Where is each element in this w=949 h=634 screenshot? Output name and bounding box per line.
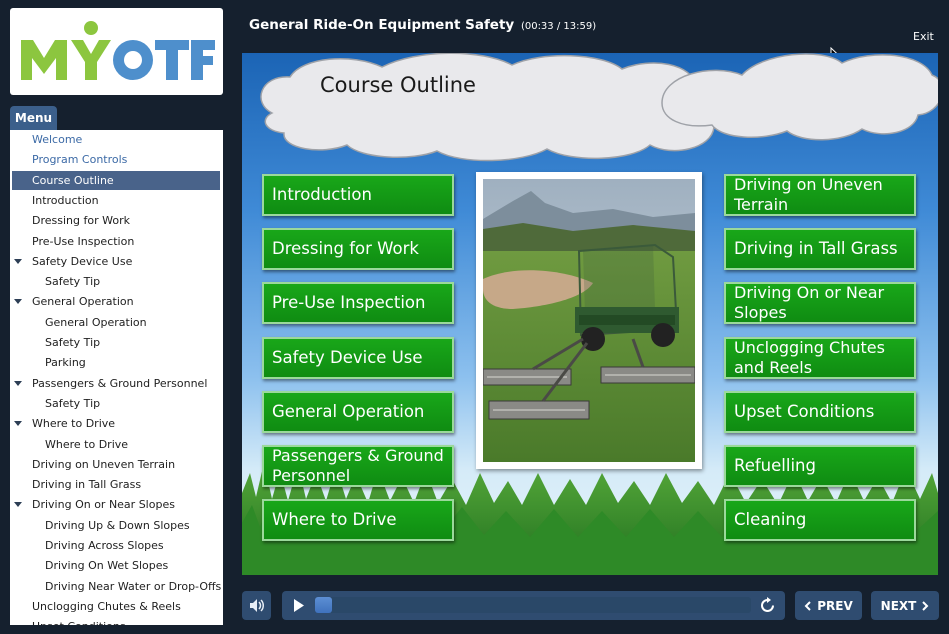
playback-bar [282,591,785,620]
next-button[interactable]: NEXT [871,591,939,620]
caret-down-icon[interactable] [14,299,22,305]
menu-item[interactable]: Pre-Use Inspection [12,232,220,251]
menu-item[interactable]: Unclogging Chutes & Reels [12,597,220,616]
topic-button[interactable]: Driving in Tall Grass [724,228,916,270]
topic-button[interactable]: Refuelling [724,445,916,487]
course-title-text: General Ride-On Equipment Safety [249,17,515,33]
topic-button[interactable]: Safety Device Use [262,337,454,379]
progress-slider[interactable] [315,597,751,613]
menu-item[interactable]: Driving Near Water or Drop-Offs [12,577,222,596]
menu-item-label: Where to Drive [32,417,116,431]
menu-item-label: Driving Across Slopes [45,539,164,552]
chevron-left-icon [804,600,811,611]
equipment-photo [476,172,702,469]
menu-item[interactable]: General Operation [12,313,220,332]
topic-button[interactable]: Passengers & Ground Personnel [262,445,454,487]
volume-button[interactable] [242,591,271,620]
menu-item[interactable]: Driving On or Near Slopes [12,495,220,514]
menu-item[interactable]: Safety Tip [12,333,220,352]
menu-item[interactable]: Safety Tip [12,394,220,413]
menu-item[interactable]: Passengers & Ground Personnel [12,374,220,393]
menu-item-label: General Operation [32,295,134,309]
prev-label: PREV [817,598,853,613]
topic-button[interactable]: Introduction [262,174,454,216]
menu-item-label: Parking [45,356,86,370]
topic-button[interactable]: Cleaning [724,499,916,541]
menu-item-label: Safety Tip [45,336,101,349]
menu-item[interactable]: Introduction [12,191,220,210]
menu-item[interactable]: Parking [12,353,220,372]
menu-item[interactable]: Driving On Wet Slopes [12,556,220,575]
slide-title: Course Outline [320,73,476,97]
menu-item[interactable]: General Operation [12,292,220,311]
menu-item-label: Course Outline [32,173,114,187]
menu-item-label: Driving On Wet Slopes [45,559,169,573]
myotf-logo-icon [21,21,215,80]
menu-item-label: Driving on Uneven Terrain [32,457,176,471]
speaker-icon [250,599,264,612]
menu-item-label: Unclogging Chutes & Reels [32,599,181,613]
progress-fill [315,597,333,613]
topic-button[interactable]: Driving on Uneven Terrain [724,174,916,216]
replay-icon[interactable] [759,597,776,614]
menu-item[interactable]: Driving in Tall Grass [12,475,220,494]
menu-item[interactable]: Where to Drive [12,435,220,454]
menu-item[interactable]: Safety Tip [12,272,220,291]
menu-item[interactable]: Course Outline [12,170,220,190]
menu-item[interactable]: Safety Device Use [12,252,220,271]
menu-item-label: Safety Tip [45,396,101,410]
menu-item-label: Dressing for Work [32,214,130,228]
menu-item-label: Pre-Use Inspection [32,234,135,248]
menu-item-label: Where to Drive [45,437,129,451]
menu-tab[interactable]: Menu [10,106,57,130]
menu-item-label: Driving in Tall Grass [32,478,142,492]
course-title: General Ride-On Equipment Safety (00:33 … [249,17,596,33]
course-menu: Welcome Program Controls Course Outline Int… [10,130,223,625]
topic-button[interactable]: Pre-Use Inspection [262,282,454,324]
menu-item[interactable]: Welcome [12,130,220,149]
menu-item[interactable]: Driving Up & Down Slopes [12,516,220,535]
caret-down-icon[interactable] [14,421,22,427]
caret-down-icon[interactable] [14,380,22,386]
topic-button[interactable]: Where to Drive [262,499,454,541]
menu-item-label: Upset Conditions [32,617,126,625]
menu-item-label: Program Controls [32,153,128,167]
exit-button[interactable]: Exit [913,30,934,43]
menu-item[interactable]: Dressing for Work [12,211,220,230]
menu-item-label: Safety Tip [45,275,101,289]
topic-button[interactable]: Unclogging Chutes and Reels [724,337,916,379]
menu-item[interactable]: Driving on Uneven Terrain [12,455,220,474]
menu-item-label: Welcome [32,133,83,146]
topic-button[interactable]: General Operation [262,391,454,433]
menu-item-label: Driving Up & Down Slopes [45,518,190,532]
menu-item-label: Driving Near Water or Drop-Offs [45,579,222,593]
topic-button[interactable]: Upset Conditions [724,391,916,433]
caret-down-icon[interactable] [14,502,22,508]
play-icon[interactable] [293,599,305,612]
menu-item[interactable]: Program Controls [12,150,220,169]
menu-item-label: Safety Device Use [32,254,133,268]
menu-item-label: Driving On or Near Slopes [32,498,175,512]
prev-button[interactable]: PREV [795,591,862,620]
topic-button[interactable]: Dressing for Work [262,228,454,270]
chevron-right-icon [922,600,929,611]
menu-item[interactable]: Where to Drive [12,414,220,433]
ride-on-mower-photo-icon [483,179,695,462]
caret-down-icon[interactable] [14,258,22,264]
menu-item-label: Passengers & Ground Personnel [32,376,208,390]
logo [10,8,223,95]
next-label: NEXT [880,598,917,613]
slide-content: Course Outline Introduction Dressing for… [242,53,938,575]
menu-item-label: Introduction [32,193,99,207]
topic-button[interactable]: Driving On or Near Slopes [724,282,916,324]
menu-item[interactable]: Driving Across Slopes [12,536,220,555]
menu-item[interactable]: Upset Conditions [12,617,220,625]
course-time: (00:33 / 13:59) [520,21,597,32]
menu-item-label: General Operation [45,315,147,329]
